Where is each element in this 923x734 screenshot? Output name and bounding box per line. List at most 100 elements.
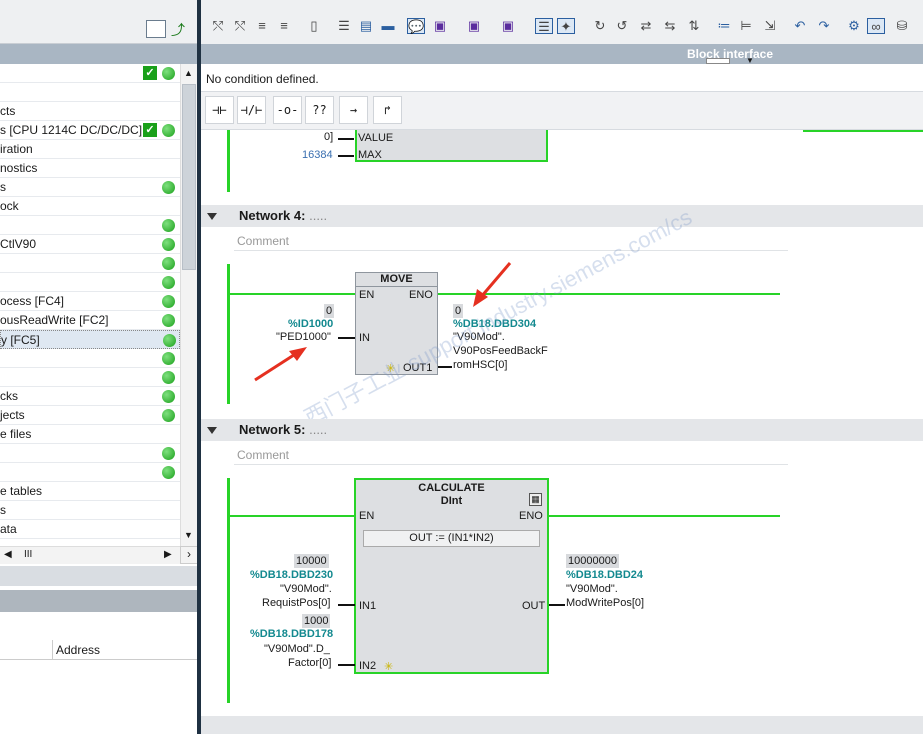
instructions-icon[interactable]: ▣ xyxy=(465,18,483,34)
tree-item[interactable]: CtlV90 xyxy=(0,235,180,254)
tree-item[interactable]: cks xyxy=(0,387,180,406)
open-branch-button[interactable]: → xyxy=(339,96,368,124)
close-branch-button[interactable]: ↱ xyxy=(373,96,402,124)
scroll-left-icon[interactable]: ◀ xyxy=(4,549,12,560)
tree-item[interactable]: s [CPU 1214C DC/DC/DC] ✓ xyxy=(0,121,180,140)
block-interface-bar[interactable]: Block interface xyxy=(201,44,923,64)
table-view-icon[interactable] xyxy=(146,20,166,38)
go-to-icon[interactable]: ↻ xyxy=(591,18,609,34)
chevron-right-icon[interactable]: › xyxy=(180,546,198,564)
status-ok-icon xyxy=(162,295,175,308)
coil-button[interactable]: -o- xyxy=(273,96,302,124)
no-contact-button[interactable]: ⊣⊢ xyxy=(205,96,234,124)
out-address-5[interactable]: %DB18.DBD24 xyxy=(566,569,643,581)
network-5-comment[interactable]: Comment xyxy=(234,445,788,465)
collapse-network-4-icon[interactable] xyxy=(207,213,217,220)
scroll-up-icon[interactable]: ▲ xyxy=(184,68,193,78)
panel-divider xyxy=(0,566,199,586)
in1-tag-1[interactable]: "V90Mod". xyxy=(280,583,332,595)
tree-item[interactable] xyxy=(0,444,180,463)
database-icon[interactable]: ⛁ xyxy=(893,18,911,34)
tree-item[interactable]: ata xyxy=(0,520,180,539)
formula-field[interactable]: OUT := (IN1*IN2) xyxy=(363,530,540,547)
scroll-down-icon[interactable]: ▼ xyxy=(184,530,193,540)
in1-address[interactable]: %DB18.DBD230 xyxy=(250,569,333,581)
tree-item[interactable] xyxy=(0,368,180,387)
tags-icon[interactable]: ▣ xyxy=(499,18,517,34)
sort-icon[interactable]: ⇲ xyxy=(761,18,779,34)
tree-item[interactable] xyxy=(0,254,180,273)
value-input[interactable]: 0] xyxy=(324,131,333,143)
tree-item[interactable]: jects xyxy=(0,406,180,425)
next-network-header[interactable] xyxy=(201,716,923,734)
indent-icon[interactable]: ≔ xyxy=(715,18,733,34)
in2-tag-1[interactable]: "V90Mod".D_ xyxy=(264,643,330,655)
tree-item[interactable]: nostics xyxy=(0,159,180,178)
arrow-head-1 xyxy=(289,347,307,361)
list-icon[interactable]: ☰ xyxy=(535,18,553,34)
append-row-icon[interactable]: ≡ xyxy=(275,18,293,34)
tree-item[interactable]: e files xyxy=(0,425,180,444)
export-icon[interactable]: ⤴ xyxy=(171,20,189,38)
out-tag-5-1[interactable]: "V90Mod". xyxy=(566,583,618,595)
abs-op-icon[interactable]: ▯ xyxy=(305,18,323,34)
tree-item[interactable]: ock xyxy=(0,197,180,216)
network-5-header[interactable]: Network 5: ..... xyxy=(201,419,923,441)
in2-address[interactable]: %DB18.DBD178 xyxy=(250,628,333,640)
overview-icon[interactable]: ✦ xyxy=(557,18,575,34)
out-tag-5-2[interactable]: ModWritePos[0] xyxy=(566,597,644,609)
scrollbar-thumb[interactable] xyxy=(182,84,196,270)
tree-item[interactable]: ousReadWrite [FC2] xyxy=(0,311,180,330)
settings-icon[interactable]: ⚙ xyxy=(845,18,863,34)
check-icon: ✓ xyxy=(143,123,157,137)
scroll-right-icon[interactable]: ▶ xyxy=(164,549,172,560)
glasses-icon[interactable]: ∞ xyxy=(867,18,885,34)
tree-item[interactable] xyxy=(0,83,180,102)
absolute-address-icon[interactable]: ▬ xyxy=(379,18,397,34)
tree-item[interactable]: iration xyxy=(0,140,180,159)
go-back-icon[interactable]: ↺ xyxy=(613,18,631,34)
max-input[interactable]: 16384 xyxy=(302,149,333,161)
in2-tag-2[interactable]: Factor[0] xyxy=(288,657,331,669)
tree-item[interactable] xyxy=(0,463,180,482)
insert-row-icon[interactable]: ≡ xyxy=(253,18,271,34)
nc-contact-button[interactable]: ⊣/⊢ xyxy=(237,96,266,124)
compare-icon[interactable]: ⇆ xyxy=(661,18,679,34)
monitor-icon[interactable]: ↶ xyxy=(791,18,809,34)
horizontal-scrollbar[interactable]: ◀ III ▶ xyxy=(0,546,180,564)
out-value-5: 10000000 xyxy=(566,554,619,568)
tree-item[interactable]: e tables xyxy=(0,482,180,501)
comments-icon[interactable]: 💬 xyxy=(407,18,425,34)
tree-item[interactable] xyxy=(0,216,180,235)
tree-item[interactable]: s xyxy=(0,178,180,197)
add-input-icon[interactable]: ✳ xyxy=(384,660,393,673)
delete-network-icon[interactable]: ⤲ xyxy=(231,18,249,34)
calculate-block[interactable]: CALCULATE DInt ▦ EN ENO OUT := (IN1*IN2)… xyxy=(354,478,549,674)
in1-tag-2[interactable]: RequistPos[0] xyxy=(262,597,330,609)
favorites-icon[interactable]: ▣ xyxy=(431,18,449,34)
calculator-icon[interactable]: ▦ xyxy=(529,493,542,506)
sync-icon[interactable]: ⇅ xyxy=(685,18,703,34)
close-networks-icon[interactable]: ▤ xyxy=(357,18,375,34)
calculate-type[interactable]: DInt xyxy=(356,495,547,507)
insert-network-icon[interactable]: ⤲ xyxy=(209,18,227,34)
outdent-icon[interactable]: ⊨ xyxy=(737,18,755,34)
empty-box-button[interactable]: ?? xyxy=(305,96,334,124)
tree-item[interactable]: s xyxy=(0,501,180,520)
open-networks-icon[interactable]: ☰ xyxy=(335,18,353,34)
address-column-header[interactable]: Address xyxy=(56,643,100,657)
tree-item[interactable] xyxy=(0,349,180,368)
tree-item-label: s xyxy=(0,180,6,194)
tree-item[interactable]: y [FC5] xyxy=(0,330,180,349)
monitor-stop-icon[interactable]: ↷ xyxy=(815,18,833,34)
tree-item-label: cts xyxy=(0,104,16,118)
jump-icon[interactable]: ⇄ xyxy=(637,18,655,34)
tree-item[interactable]: ocess [FC4] xyxy=(0,292,180,311)
collapse-network-5-icon[interactable] xyxy=(207,427,217,434)
scroll-grip[interactable]: III xyxy=(24,549,32,560)
tree-item[interactable] xyxy=(0,273,180,292)
tree-item[interactable]: cts xyxy=(0,102,180,121)
tree-item[interactable]: ✓ xyxy=(0,64,180,83)
network-4-header[interactable]: Network 4: ..... xyxy=(201,205,923,227)
network-4-comment[interactable]: Comment xyxy=(234,231,788,251)
